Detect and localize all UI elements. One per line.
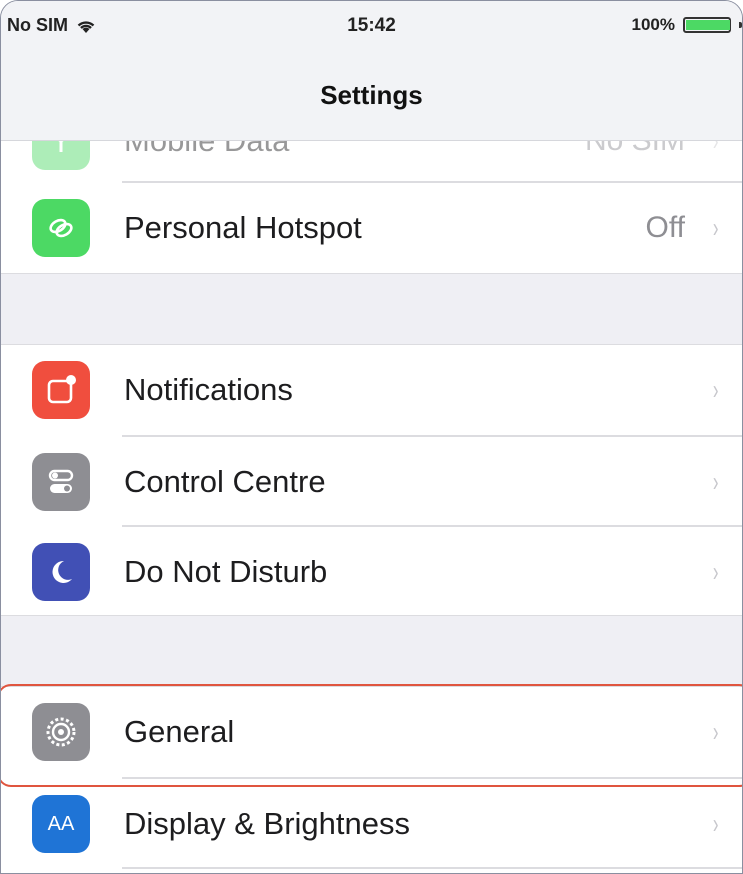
display-brightness-label: Display & Brightness: [124, 806, 411, 841]
page-title: Settings: [320, 80, 423, 110]
battery-percent: 100%: [631, 15, 675, 34]
personal-hotspot-label: Personal Hotspot: [124, 210, 362, 245]
status-right: 100%: [632, 15, 742, 35]
section-gap: [1, 615, 742, 687]
battery-icon: [683, 17, 731, 33]
row-do-not-disturb[interactable]: Do Not Disturb ›: [1, 527, 742, 617]
control-centre-icon: [32, 453, 90, 511]
nav-bar: Settings: [1, 47, 742, 141]
notifications-label: Notifications: [124, 372, 293, 407]
phone-screen: No SIM 15:42 100% Settings Mobile Data N…: [0, 0, 743, 874]
chevron-right-icon: ›: [712, 716, 719, 747]
row-control-centre[interactable]: Control Centre ›: [1, 437, 742, 527]
row-personal-hotspot[interactable]: Personal Hotspot Off ›: [1, 183, 742, 273]
row-general[interactable]: General ›: [1, 687, 742, 777]
hotspot-icon: [32, 199, 90, 257]
notifications-icon: [32, 361, 90, 419]
section-gap: [1, 273, 742, 345]
display-brightness-icon: AA: [32, 795, 90, 853]
chevron-right-icon: ›: [712, 556, 719, 587]
chevron-right-icon: ›: [712, 212, 719, 243]
status-bar: No SIM 15:42 100%: [1, 1, 742, 47]
gear-icon: [32, 703, 90, 761]
control-centre-label: Control Centre: [124, 464, 326, 499]
personal-hotspot-value: Off: [645, 211, 685, 244]
separator: [122, 867, 742, 869]
chevron-right-icon: ›: [712, 466, 719, 497]
chevron-right-icon: ›: [712, 374, 719, 405]
chevron-right-icon: ›: [712, 808, 719, 839]
do-not-disturb-label: Do Not Disturb: [124, 554, 328, 589]
battery-tip: [739, 22, 742, 28]
row-display-brightness[interactable]: AA Display & Brightness ›: [1, 779, 742, 869]
general-label: General: [124, 714, 235, 749]
moon-icon: [32, 543, 90, 601]
display-icon-text: AA: [47, 812, 75, 835]
row-notifications[interactable]: Notifications ›: [1, 345, 742, 435]
